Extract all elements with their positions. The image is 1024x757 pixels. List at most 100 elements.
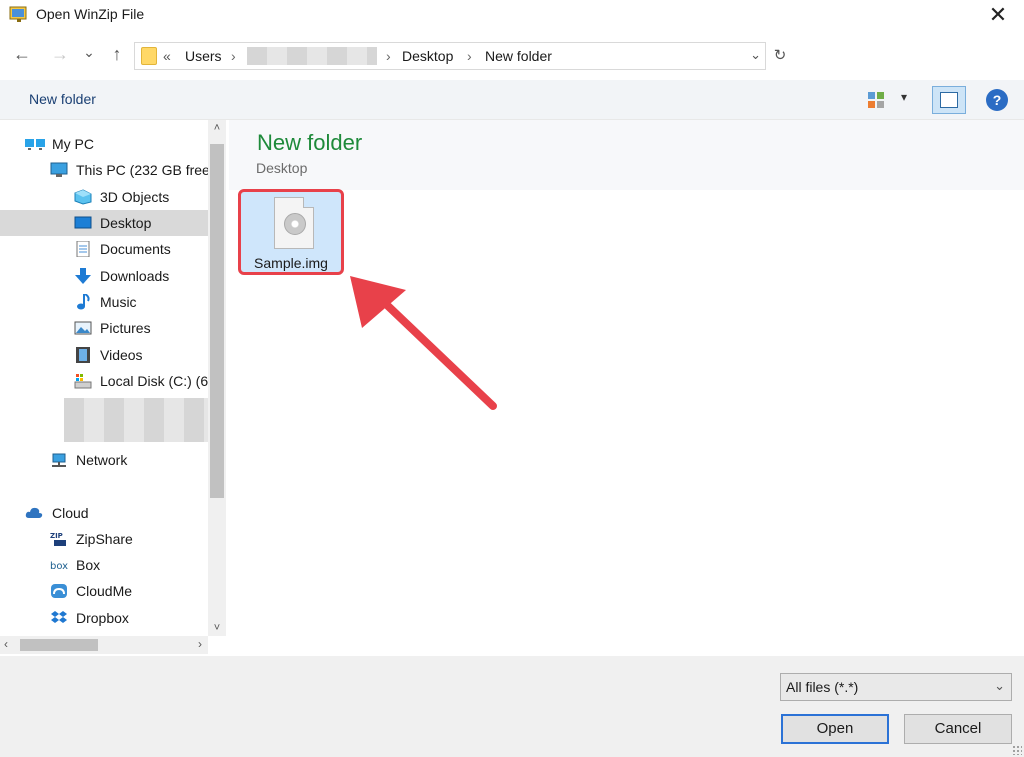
sidebar-item-this-pc[interactable]: This PC (232 GB free [0, 157, 208, 183]
disc-image-icon [274, 197, 314, 249]
sidebar-item-label: Videos [100, 347, 143, 363]
change-view-icon[interactable] [866, 90, 886, 110]
sidebar-item-dropbox[interactable]: Dropbox [0, 605, 208, 631]
document-icon [76, 241, 90, 257]
sidebar-item-documents[interactable]: Documents [0, 236, 208, 262]
sidebar-item-label: Pictures [100, 320, 151, 336]
breadcrumb-separator[interactable]: › [467, 48, 472, 64]
group-subtitle: Desktop [256, 160, 308, 176]
cloudme-icon [51, 584, 67, 598]
breadcrumb-separator[interactable]: › [386, 48, 391, 64]
sidebar-item-label: Music [100, 294, 137, 310]
scroll-thumb[interactable] [20, 639, 98, 651]
music-note-icon [77, 294, 90, 310]
sidebar-item-label: Network [76, 452, 128, 468]
sidebar-item-cloud[interactable]: Cloud [0, 500, 208, 526]
sidebar-item-label: Cloud [52, 505, 89, 521]
sidebar-item-network[interactable]: Network [0, 447, 208, 473]
group-title: New folder [257, 130, 363, 155]
preview-pane-icon [940, 92, 958, 108]
sidebar-item-downloads[interactable]: Downloads [0, 263, 208, 289]
download-arrow-icon [75, 268, 91, 284]
preview-pane-button[interactable] [932, 86, 966, 114]
sidebar-item-desktop[interactable]: Desktop [0, 210, 208, 236]
drive-icon [74, 374, 92, 389]
recent-locations-button[interactable]: ⌄ [78, 44, 100, 61]
picture-icon [74, 321, 92, 335]
group-header: New folder Desktop [229, 120, 1024, 190]
network-icon [52, 453, 66, 467]
svg-text:ZIP: ZIP [50, 532, 63, 540]
chevron-down-icon: ⌄ [994, 678, 1005, 693]
computer-icon [50, 162, 68, 177]
sidebar-item-label: Dropbox [76, 610, 129, 626]
sidebar-item-label: ZipShare [76, 531, 133, 547]
sidebar-item-cloudme[interactable]: CloudMe [0, 578, 208, 604]
navigation-row: ← → ⌄ ↑ « Users › › Desktop › New folder… [0, 36, 1024, 76]
dropbox-icon [51, 611, 67, 623]
title-bar: Open WinZip File ✕ [0, 0, 1024, 32]
sidebar-item-label: Box [76, 557, 101, 573]
file-type-filter[interactable]: All files (*.*) ⌄ [780, 673, 1012, 701]
disc-icon [284, 213, 306, 235]
file-type-value: All files (*.*) [786, 679, 859, 695]
address-dropdown-icon[interactable]: ⌄ [750, 47, 761, 63]
refresh-button[interactable]: ↻ [768, 44, 792, 68]
zipshare-icon: ZIP [50, 532, 66, 546]
sidebar-item-music[interactable]: Music [0, 289, 208, 315]
sidebar-item-pictures[interactable]: Pictures [0, 315, 208, 341]
back-button[interactable]: ← [11, 44, 33, 65]
view-options-dropdown[interactable]: ▾ [901, 90, 907, 104]
sidebar-item-zipshare[interactable]: ZIP ZipShare [0, 526, 208, 552]
scroll-left-button[interactable]: ‹ [4, 637, 8, 651]
scroll-up-button[interactable]: ˄ [208, 122, 226, 134]
scroll-thumb[interactable] [210, 144, 224, 498]
cancel-button[interactable]: Cancel [904, 714, 1012, 744]
file-item[interactable]: Sample.img [238, 189, 344, 275]
sidebar-item-local-disk[interactable]: Local Disk (C:) (6 [0, 368, 208, 394]
redacted-drive-items[interactable] [64, 398, 208, 442]
cube-icon [74, 189, 92, 205]
breadcrumb-new-folder[interactable]: New folder [485, 48, 552, 64]
sidebar-vertical-scrollbar[interactable]: ˄ ˅ [208, 120, 226, 636]
scroll-down-button[interactable]: ˅ [208, 622, 226, 634]
address-bar[interactable]: « Users › › Desktop › New folder ⌄ [134, 42, 766, 70]
svg-text:box: box [50, 561, 68, 572]
close-button[interactable]: ✕ [984, 2, 1012, 28]
breadcrumb-separator[interactable]: › [231, 48, 236, 64]
sidebar-item-label: 3D Objects [100, 189, 170, 205]
file-name: Sample.img [254, 255, 328, 271]
open-button[interactable]: Open [781, 714, 889, 744]
sidebar-item-label: This PC (232 GB free [76, 162, 208, 178]
help-button[interactable]: ? [986, 89, 1008, 111]
sidebar-item-my-pc[interactable]: My PC [0, 131, 208, 157]
forward-button[interactable]: → [49, 44, 71, 65]
navigation-pane: My PC This PC (232 GB free 3D Objects De… [0, 120, 228, 656]
desktop-icon [74, 216, 92, 229]
sidebar-item-label: CloudMe [76, 583, 133, 599]
sidebar-item-label: Downloads [100, 268, 170, 284]
cloud-icon [25, 507, 43, 518]
film-icon [76, 347, 90, 363]
sidebar-item-3d-objects[interactable]: 3D Objects [0, 184, 208, 210]
breadcrumb-overflow[interactable]: « [163, 48, 171, 64]
resize-grip[interactable] [1012, 745, 1022, 755]
breadcrumb-users[interactable]: Users [185, 48, 222, 64]
monitor-pair-icon [25, 139, 45, 150]
scroll-right-button[interactable]: › [198, 637, 202, 651]
sidebar-item-box[interactable]: box Box [0, 552, 208, 578]
sidebar-item-label: Desktop [100, 215, 152, 231]
window-title: Open WinZip File [36, 6, 145, 22]
up-button[interactable]: ↑ [106, 44, 128, 65]
sidebar-item-label: Documents [100, 241, 171, 257]
redacted-username[interactable] [247, 47, 377, 65]
breadcrumb-desktop[interactable]: Desktop [402, 48, 453, 64]
new-folder-button[interactable]: New folder [29, 91, 96, 107]
sidebar-item-videos[interactable]: Videos [0, 342, 208, 368]
file-list-pane[interactable]: New folder Desktop Sample.img [229, 120, 1024, 656]
folder-icon [141, 47, 157, 65]
sidebar-item-label: Local Disk (C:) (6 [100, 373, 208, 389]
sidebar-horizontal-scrollbar[interactable]: ‹ › [0, 636, 208, 654]
command-bar: New folder ▾ ? [0, 80, 1024, 120]
sidebar-item-label: My PC [52, 136, 94, 152]
